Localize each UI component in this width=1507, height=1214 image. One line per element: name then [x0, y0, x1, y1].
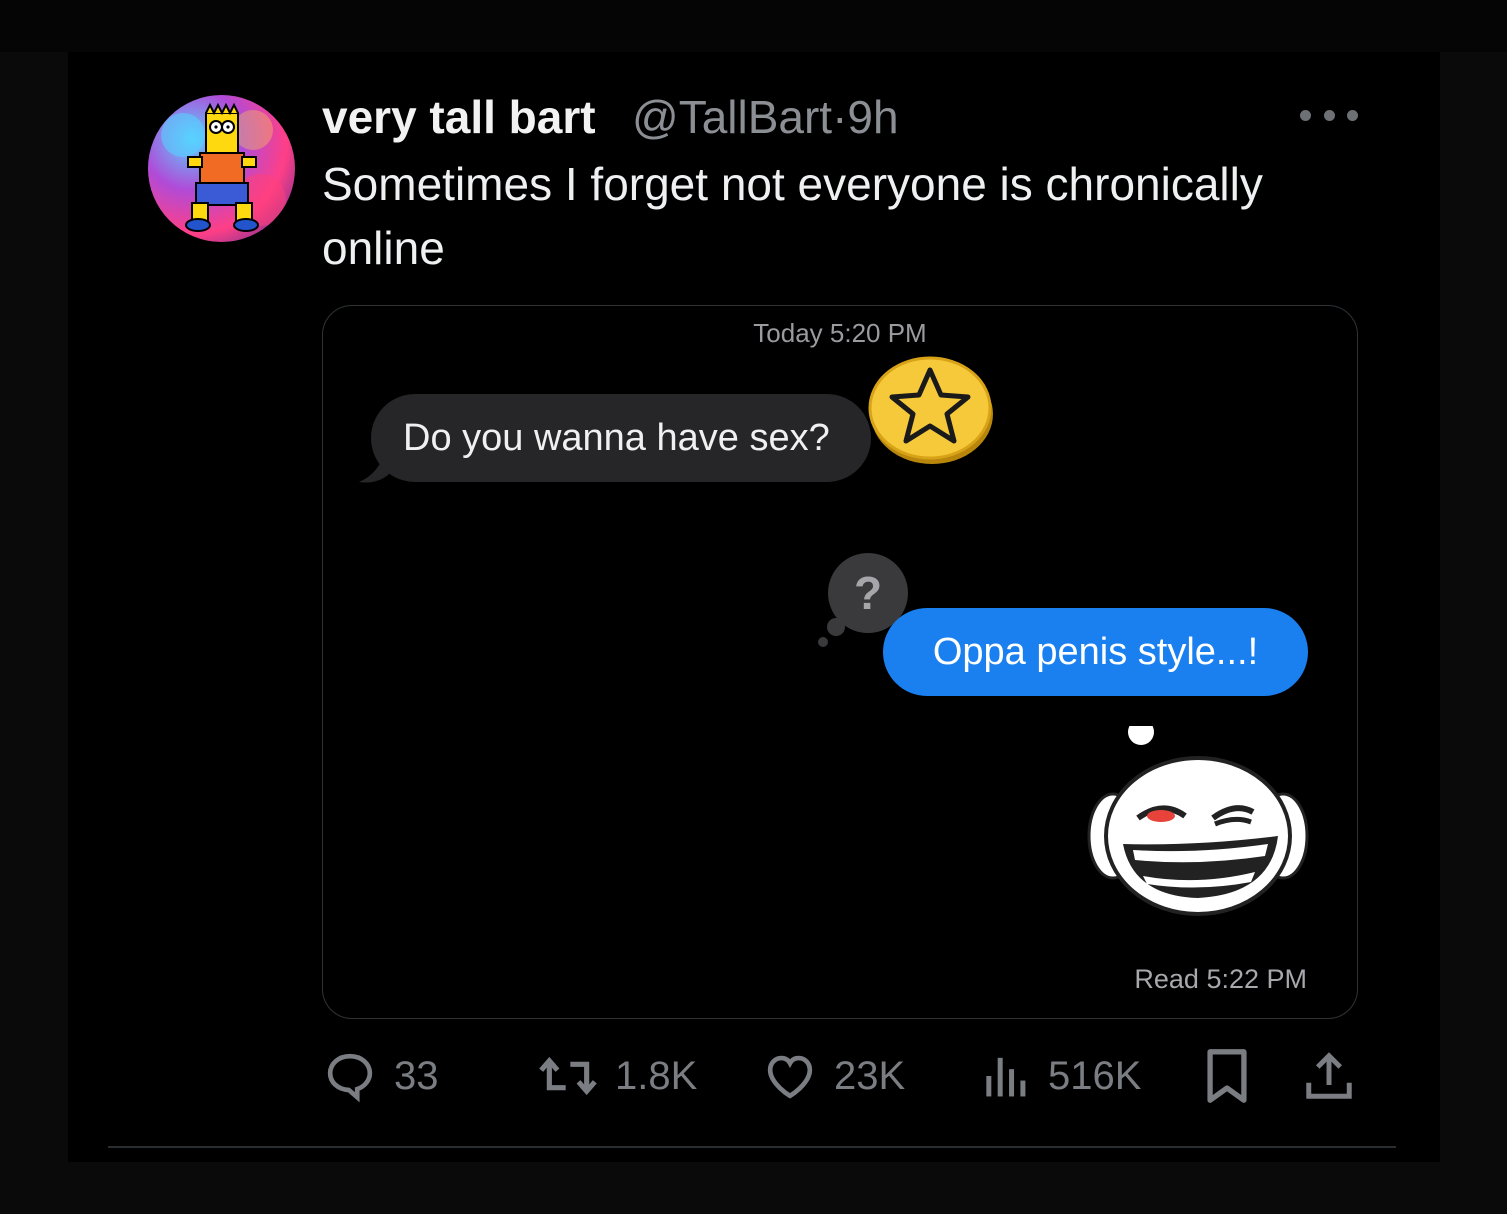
bookmark-icon [1207, 1049, 1247, 1103]
incoming-message-bubble: Do you wanna have sex? [371, 394, 871, 482]
repost-button[interactable]: 1.8K [537, 1045, 697, 1107]
message-timestamp: Today 5:20 PM [753, 318, 927, 348]
outgoing-message-bubble: Oppa penis style...! [883, 608, 1308, 696]
post-time[interactable]: 9h [847, 91, 898, 143]
display-name[interactable]: very tall bart [322, 90, 596, 144]
heart-icon [767, 1055, 813, 1099]
handle-and-time[interactable]: @TallBart·9h [632, 90, 899, 144]
dot-icon [1323, 109, 1335, 121]
repost-count: 1.8K [615, 1053, 698, 1098]
reply-button[interactable]: 33 [322, 1045, 439, 1107]
views-button[interactable]: 516K [982, 1045, 1141, 1107]
read-receipt: Read 5:22 PM [1134, 964, 1307, 994]
action-bar: 33 1.8K 23K 516K [322, 1045, 1356, 1107]
divider [108, 1146, 1396, 1148]
top-bar [0, 0, 1507, 52]
dot-icon [1300, 109, 1311, 121]
bart-avatar-icon [161, 102, 286, 232]
avatar[interactable] [148, 95, 295, 242]
like-button[interactable]: 23K [762, 1045, 905, 1107]
repost-icon [539, 1056, 597, 1096]
views-chart-icon [986, 1057, 1026, 1097]
dot-icon [1347, 109, 1358, 121]
reply-icon [327, 1053, 373, 1103]
bookmark-button[interactable] [1202, 1045, 1252, 1107]
separator: · [832, 91, 848, 143]
question-mark-icon: ? [854, 567, 882, 619]
laughing-face-sticker-icon [1087, 726, 1309, 916]
tweet-text: Sometimes I forget not everyone is chron… [322, 158, 1263, 274]
reply-count: 33 [394, 1053, 439, 1098]
more-options-icon[interactable] [1300, 100, 1358, 130]
media-attachment[interactable]: Today 5:20 PM Do you wanna have sex? ? O… [322, 305, 1358, 1019]
views-count: 516K [1048, 1053, 1142, 1098]
handle[interactable]: @TallBart [632, 91, 832, 143]
like-count: 23K [834, 1053, 906, 1098]
share-icon [1306, 1052, 1352, 1099]
star-reaction-icon [868, 356, 993, 464]
share-button[interactable] [1302, 1045, 1356, 1107]
